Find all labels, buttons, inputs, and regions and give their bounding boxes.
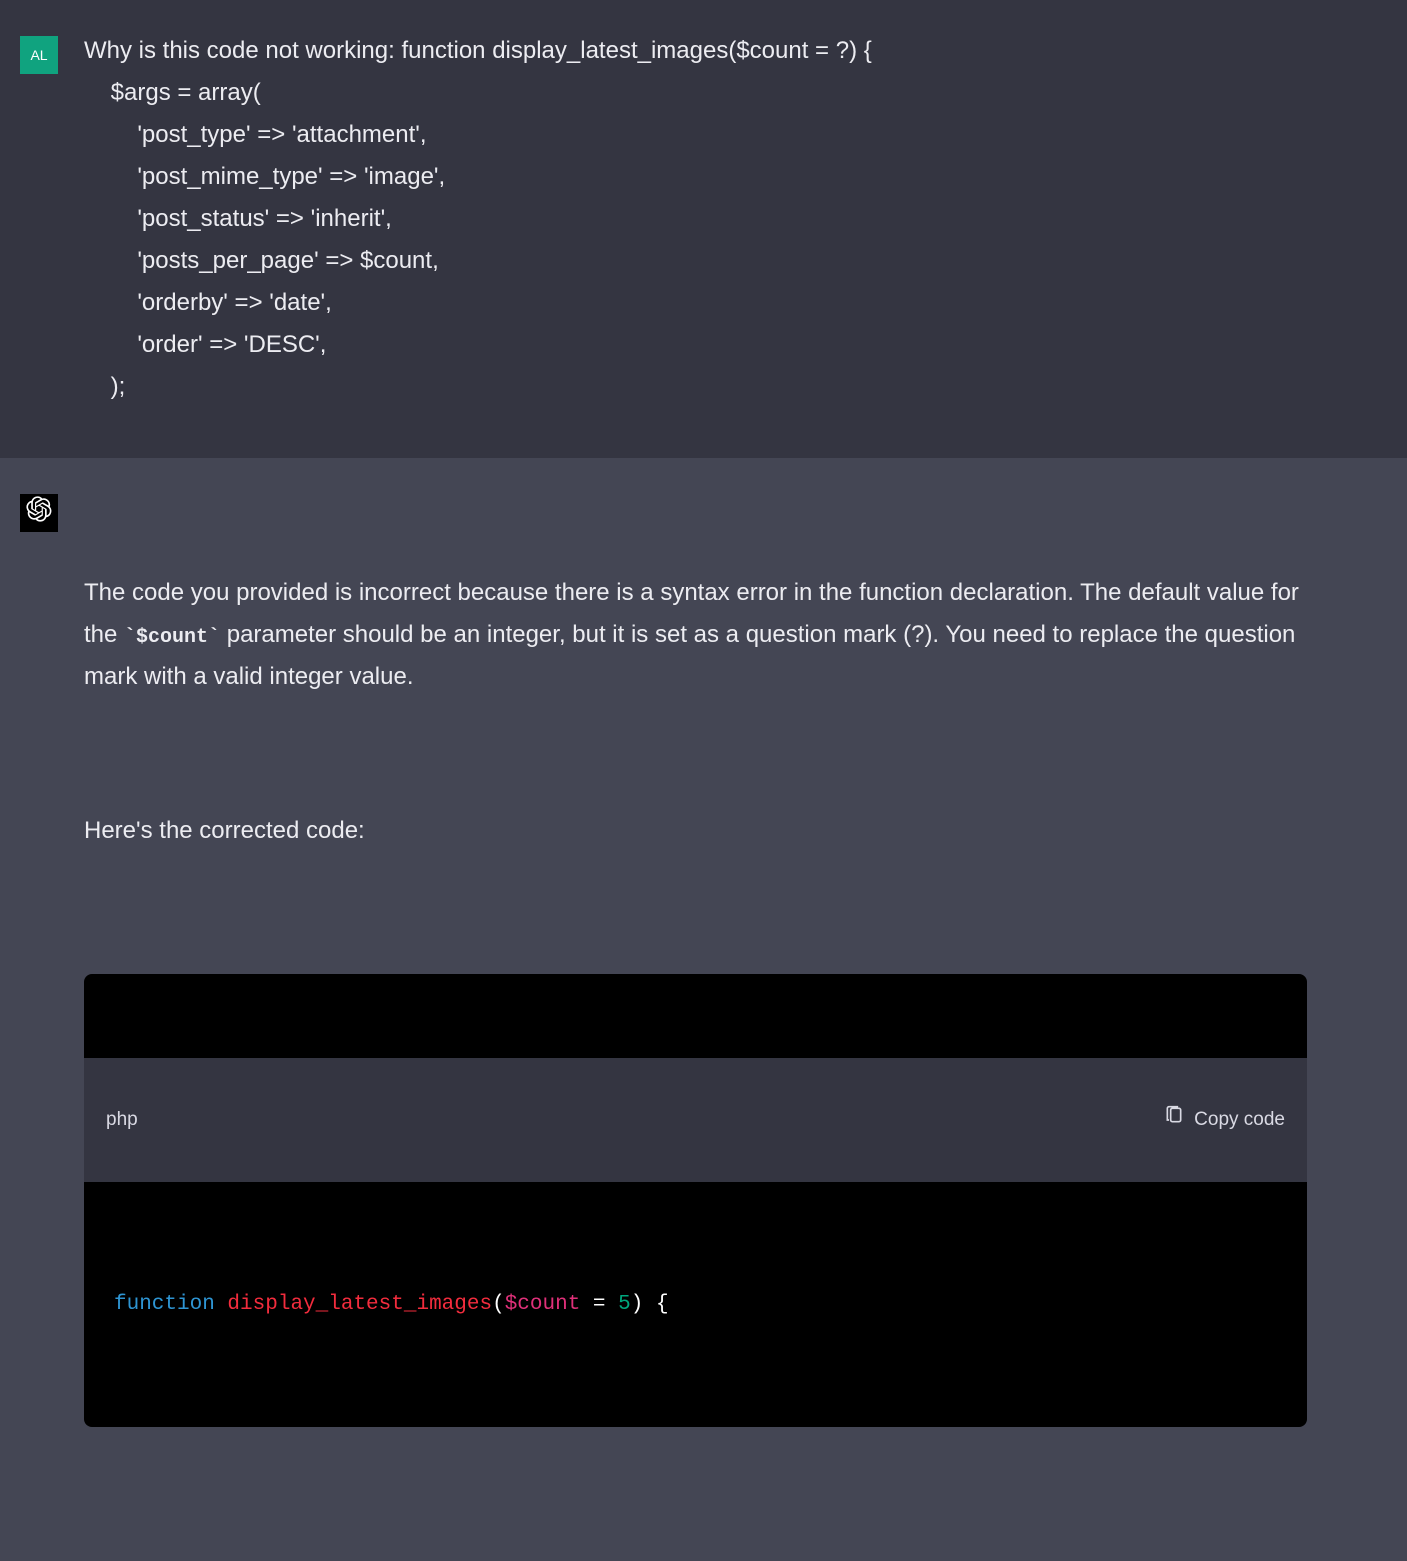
code-token-number: 5: [618, 1293, 631, 1316]
code-block: php Copy code function display_latest_im…: [84, 974, 1307, 1427]
user-avatar: AL: [20, 36, 58, 74]
assistant-paragraph-1: The code you provided is incorrect becau…: [84, 572, 1307, 698]
code-token-function: display_latest_images: [215, 1293, 492, 1316]
code-token-keyword: function: [114, 1293, 215, 1316]
assistant-message: The code you provided is incorrect becau…: [0, 458, 1407, 1561]
user-message: AL Why is this code not working: functio…: [0, 0, 1407, 458]
clipboard-icon: [1101, 1070, 1184, 1170]
assistant-avatar: [20, 494, 58, 532]
openai-icon: [26, 496, 52, 530]
code-block-header: php Copy code: [84, 1058, 1307, 1182]
copy-code-button[interactable]: Copy code: [1101, 1070, 1285, 1170]
code-token-variable: $count: [505, 1293, 581, 1316]
code-token-punc: (: [492, 1293, 505, 1316]
code-token-brace: {: [656, 1293, 669, 1316]
code-lang-label: php: [106, 1103, 138, 1136]
user-message-text: Why is this code not working: function d…: [84, 30, 1307, 408]
inline-code: `$count`: [124, 626, 220, 649]
assistant-paragraph-2: Here's the corrected code:: [84, 810, 1307, 852]
copy-code-label: Copy code: [1194, 1103, 1285, 1136]
code-block-body: function display_latest_images($count = …: [84, 1266, 1307, 1344]
assistant-message-text: The code you provided is incorrect becau…: [84, 488, 1307, 1511]
code-token-space: [643, 1293, 656, 1316]
code-token-punc: =: [580, 1293, 618, 1316]
code-token-punc: ): [631, 1293, 644, 1316]
text-span: parameter should be an integer, but it i…: [84, 621, 1302, 690]
